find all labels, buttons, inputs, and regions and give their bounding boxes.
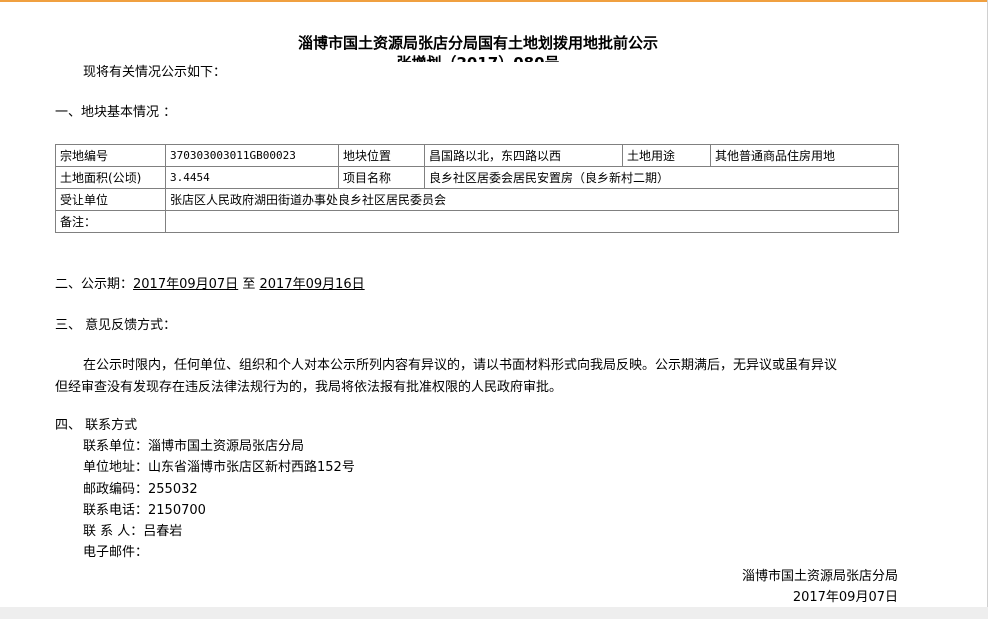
- land-area-value: 3.4454: [165, 166, 339, 189]
- location-label: 地块位置: [338, 144, 425, 167]
- contact-person-label: 联 系 人：: [83, 524, 144, 539]
- contact-unit-value: 淄博市国土资源局张店分局: [148, 439, 305, 454]
- top-accent-bar: [0, 0, 988, 2]
- publicity-period-label: 二、公示期：: [55, 277, 134, 292]
- land-info-table: 宗地编号 370303003011GB00023 地块位置 昌国路以北，东四路以…: [55, 144, 899, 233]
- remarks-value: [165, 210, 899, 233]
- table-row: 土地面积(公顷) 3.4454 项目名称 良乡社区居委会居民安置房（良乡新村二期…: [55, 166, 899, 189]
- feedback-line-1: 在公示时限内，任何单位、组织和个人对本公示所列内容有异议的，请以书面材料形式向我…: [83, 358, 838, 373]
- contact-phone-label: 联系电话：: [83, 503, 149, 518]
- contact-email-label: 电子邮件：: [83, 545, 149, 560]
- signature-date: 2017年09月07日: [792, 590, 898, 605]
- parcel-number-label: 宗地编号: [55, 144, 166, 167]
- contact-address-value: 山东省淄博市张店区新村西路152号: [148, 460, 355, 475]
- grantee-label: 受让单位: [55, 188, 166, 211]
- feedback-paragraph: 在公示时限内，任何单位、组织和个人对本公示所列内容有异议的，请以书面材料形式向我…: [55, 355, 905, 399]
- page-title: 淄博市国土资源局张店分局国有土地划拨用地批前公示: [297, 34, 658, 52]
- bottom-shade: [0, 607, 988, 619]
- signature-org: 淄博市国土资源局张店分局: [741, 569, 898, 584]
- location-value: 昌国路以北，东四路以西: [424, 144, 623, 167]
- publicity-period: 二、公示期：2017年09月07日 至 2017年09月16日: [55, 276, 365, 294]
- remarks-label: 备注：: [55, 210, 166, 233]
- section1-heading: 一、地块基本情况 ：: [55, 105, 177, 120]
- feedback-line-2: 但经审查没有发现存在违反法律法规行为的，我局将依法报有批准权限的人民政府审批。: [55, 380, 563, 395]
- table-row: 备注：: [55, 210, 899, 233]
- publicity-to: 至: [242, 277, 256, 292]
- parcel-number-value: 370303003011GB00023: [165, 144, 339, 167]
- contact-phone-value: 2150700: [148, 503, 206, 518]
- land-use-label: 土地用途: [622, 144, 711, 167]
- contact-postcode: 邮政编码：255032: [83, 481, 198, 499]
- project-name-value: 良乡社区居委会居民安置房（良乡新村二期）: [424, 166, 899, 189]
- project-name-label: 项目名称: [338, 166, 425, 189]
- table-row: 受让单位 张店区人民政府湖田街道办事处良乡社区居民委员会: [55, 188, 899, 211]
- land-use-value: 其他普通商品住房用地: [710, 144, 899, 167]
- table-row: 宗地编号 370303003011GB00023 地块位置 昌国路以北，东四路以…: [55, 144, 899, 167]
- contact-address: 单位地址：山东省淄博市张店区新村西路152号: [83, 459, 355, 477]
- contact-unit-label: 联系单位：: [83, 439, 149, 454]
- section4-heading: 四、 联系方式: [55, 418, 138, 433]
- land-area-label: 土地面积(公顷): [55, 166, 166, 189]
- publicity-end-date: 2017年09月16日: [259, 277, 365, 292]
- contact-postcode-label: 邮政编码：: [83, 482, 149, 497]
- contact-person-value: 吕春岩: [143, 524, 183, 539]
- page-subtitle: 张增划（2017）080号: [0, 54, 956, 62]
- section3-heading: 三、 意见反馈方式：: [55, 318, 177, 333]
- contact-postcode-value: 255032: [148, 482, 198, 497]
- grantee-value: 张店区人民政府湖田街道办事处良乡社区居民委员会: [165, 188, 899, 211]
- contact-phone: 联系电话：2150700: [83, 502, 206, 520]
- contact-unit: 联系单位：淄博市国土资源局张店分局: [83, 438, 304, 456]
- contact-email: 电子邮件：: [83, 544, 148, 562]
- contact-address-label: 单位地址：: [83, 460, 149, 475]
- intro-text: 现将有关情况公示如下：: [83, 65, 227, 80]
- contact-person: 联 系 人：吕春岩: [83, 523, 182, 541]
- publicity-start-date: 2017年09月07日: [133, 277, 239, 292]
